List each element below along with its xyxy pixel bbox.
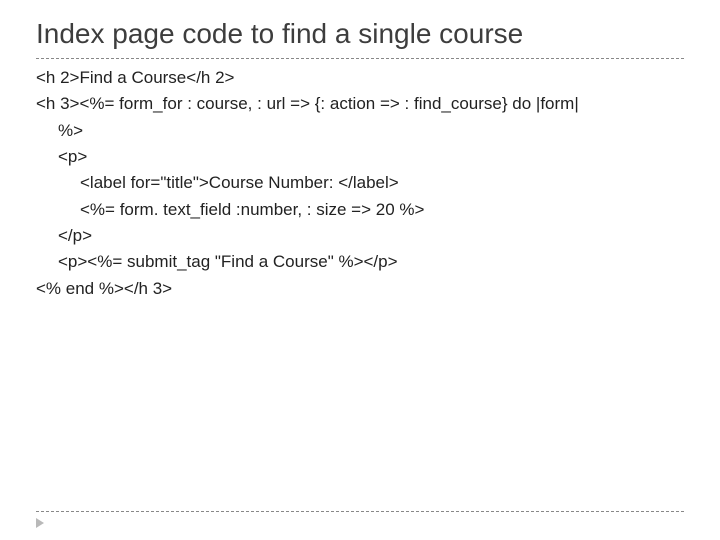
code-block: <h 2>Find a Course</h 2> <h 3><%= form_f… <box>36 65 684 302</box>
code-line: <p> <box>36 144 684 170</box>
footer-divider <box>36 511 684 512</box>
code-line: <%= form. text_field :number, : size => … <box>36 197 684 223</box>
code-line: %> <box>36 118 684 144</box>
code-line: <h 3><%= form_for : course, : url => {: … <box>36 91 684 117</box>
code-line: <p><%= submit_tag "Find a Course" %></p> <box>36 249 684 275</box>
slide: Index page code to find a single course … <box>0 0 720 540</box>
slide-marker-icon <box>36 518 44 528</box>
code-line: </p> <box>36 223 684 249</box>
slide-title: Index page code to find a single course <box>36 18 684 59</box>
code-line: <% end %></h 3> <box>36 276 684 302</box>
code-line: <h 2>Find a Course</h 2> <box>36 65 684 91</box>
code-line: <label for="title">Course Number: </labe… <box>36 170 684 196</box>
